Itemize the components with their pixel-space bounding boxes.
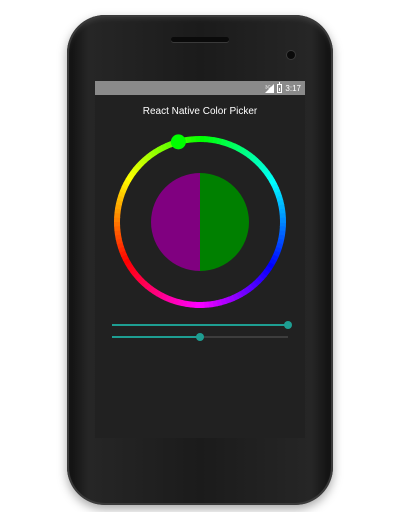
page-title: React Native Color Picker: [142, 106, 258, 117]
saturation-slider-thumb[interactable]: [284, 321, 292, 329]
saturation-slider-fill: [112, 324, 288, 326]
app-screen: 3G 3:17 React Native Color Picker: [95, 81, 305, 438]
bottom-bezel: [95, 438, 305, 458]
value-slider-fill: [112, 336, 200, 338]
network-type-label: 3G: [265, 84, 272, 89]
saturation-slider[interactable]: [112, 320, 292, 330]
status-icons: 3G 3:17: [265, 81, 301, 94]
status-time: 3:17: [285, 83, 301, 93]
new-color-half[interactable]: [200, 173, 249, 271]
hue-thumb[interactable]: [170, 134, 186, 150]
earpiece-speaker: [171, 37, 229, 42]
color-wheel[interactable]: [111, 133, 289, 311]
value-slider-thumb[interactable]: [196, 333, 204, 341]
battery-icon: [277, 81, 283, 93]
value-slider[interactable]: [112, 332, 288, 342]
status-bar: 3G 3:17: [95, 81, 305, 95]
signal-icon: 3G: [265, 83, 275, 93]
old-color-half[interactable]: [151, 173, 200, 271]
front-camera: [287, 51, 295, 59]
